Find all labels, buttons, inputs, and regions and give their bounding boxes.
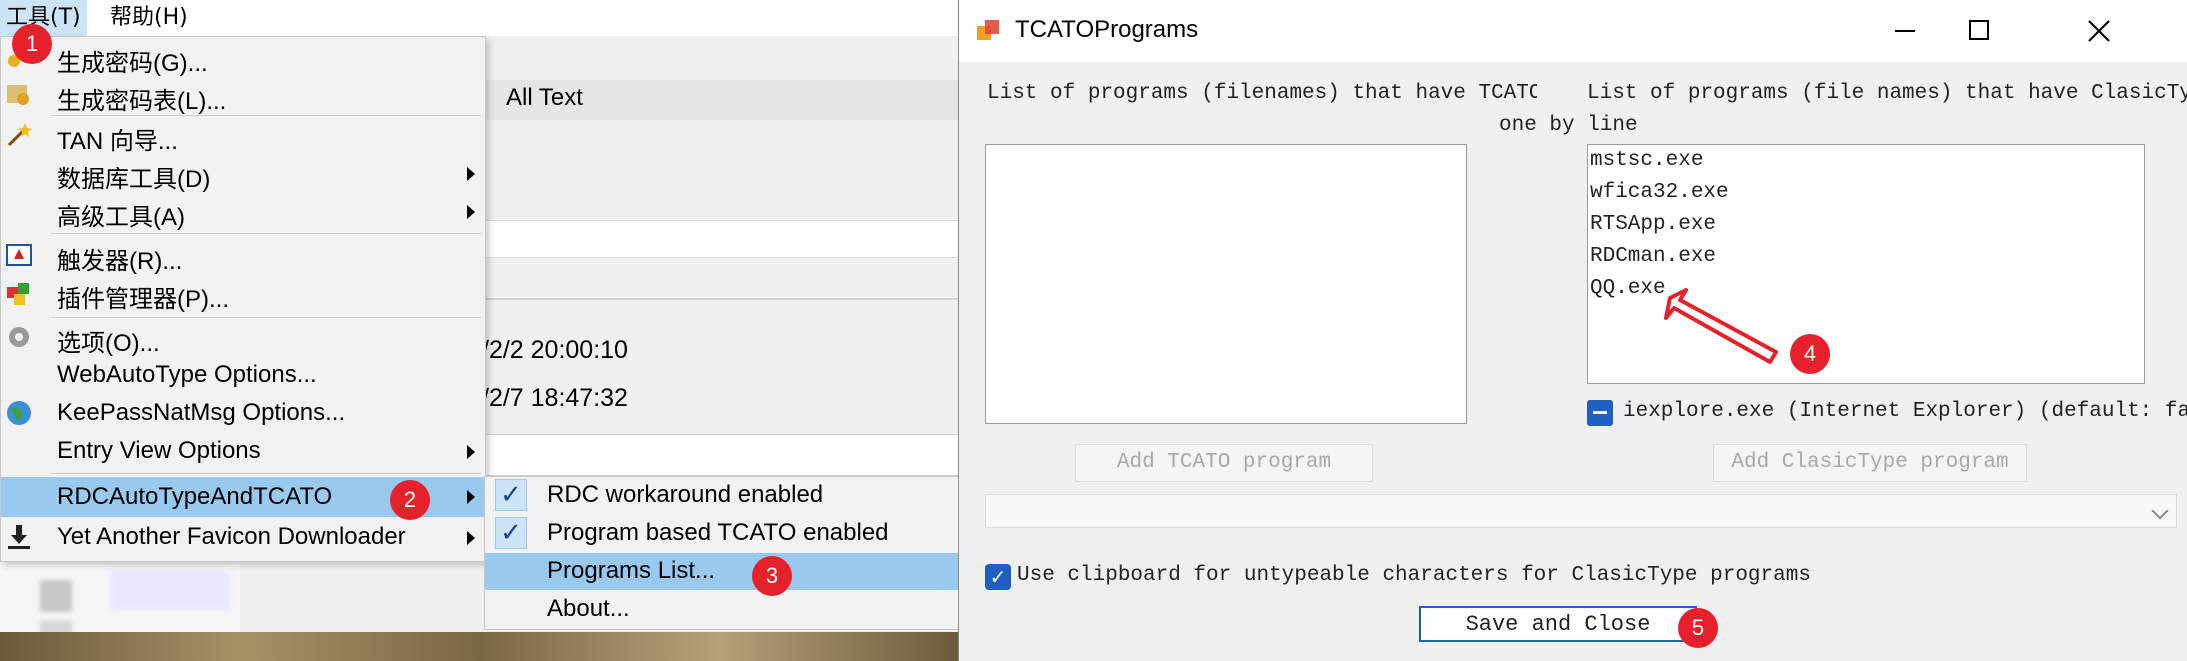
tcato-list-label: List of programs (filenames) that have T… (987, 82, 1537, 105)
menu-separator (51, 317, 481, 318)
menu-item-generate-password-list[interactable]: 生成密码表(L)... (1, 77, 485, 115)
clasictype-list-label: List of programs (file names) that have … (1587, 82, 2187, 105)
program-entry: QQ.exe (1590, 277, 1666, 300)
close-icon (2088, 20, 2110, 42)
step-badge: 2 (390, 480, 430, 520)
program-combobox[interactable] (985, 494, 2177, 528)
program-entry: RDCman.exe (1590, 245, 1717, 268)
step-badge: 1 (12, 24, 52, 64)
menu-item-label: KeePassNatMsg Options... (57, 399, 346, 426)
trigger-icon (6, 244, 32, 266)
entry-field-row (482, 434, 960, 476)
tcato-programs-dialog: TCATOPrograms List of programs (filename… (958, 0, 2187, 661)
indeterminate-icon (1593, 411, 1607, 414)
menu-item-label: 生成密码(G)... (57, 50, 208, 77)
clipboard-checkbox[interactable]: ✓ (985, 564, 1011, 590)
step-badge: 5 (1678, 608, 1718, 648)
rdcautotype-submenu: ✓ RDC workaround enabled ✓ Program based… (484, 476, 960, 630)
submenu-arrow-icon (467, 445, 475, 459)
submenu-item-program-tcato[interactable]: ✓ Program based TCATO enabled (485, 515, 959, 552)
minimize-button[interactable] (1859, 0, 1951, 62)
close-button[interactable] (2053, 0, 2145, 62)
menu-bar: 工具(T) 帮助(H) (0, 0, 958, 36)
menu-item-keepassnatmsg-options[interactable]: KeePassNatMsg Options... (1, 395, 485, 432)
submenu-arrow-icon (467, 490, 475, 504)
submenu-arrow-icon (467, 531, 475, 545)
divider (482, 298, 958, 300)
submenu-arrow-icon (467, 167, 475, 181)
menu-separator (51, 233, 481, 234)
menu-item-label: 触发器(R)... (57, 248, 183, 275)
desktop-wallpaper-strip (0, 632, 958, 661)
program-entry: wfica32.exe (1590, 181, 1729, 204)
menu-item-label: Entry View Options (57, 437, 261, 464)
menu-separator (51, 115, 481, 116)
menu-separator (51, 473, 481, 474)
menu-item-label: 数据库工具(D) (57, 166, 211, 193)
checkmark-icon: ✓ (495, 517, 527, 549)
created-date: /2/2 20:00:10 (482, 336, 628, 364)
tcato-programs-textbox[interactable] (985, 144, 1467, 424)
menu-item-label: 高级工具(A) (57, 204, 185, 231)
menu-item-label: 插件管理器(P)... (57, 286, 229, 313)
key-list-icon (7, 85, 29, 105)
add-tcato-program-button[interactable]: Add TCATO program (1075, 444, 1373, 482)
menu-item-entry-view-options[interactable]: Entry View Options (1, 433, 485, 470)
submenu-item-label: Programs List... (547, 557, 716, 584)
menu-item-options[interactable]: 选项(O)... (1, 319, 485, 357)
blurred-icon (40, 580, 72, 612)
submenu-item-programs-list[interactable]: Programs List... (485, 553, 959, 590)
menu-item-label: TAN 向导... (57, 128, 178, 155)
download-icon (8, 525, 30, 549)
program-entry: mstsc.exe (1590, 149, 1704, 172)
maximize-icon (1969, 20, 1989, 40)
chevron-down-icon (2151, 502, 2169, 520)
iexplore-label: iexplore.exe (Internet Explorer) (defaul… (1623, 400, 2187, 423)
gear-icon (9, 327, 29, 347)
submenu-item-label: About... (547, 595, 630, 622)
globe-icon (7, 401, 31, 425)
blurred-item (110, 570, 230, 610)
entry-field-row (482, 220, 958, 258)
menu-item-triggers[interactable]: 触发器(R)... (1, 237, 485, 275)
menu-help[interactable]: 帮助(H) (104, 0, 194, 36)
clipboard-label: Use clipboard for untypeable characters … (1017, 564, 1811, 587)
menu-item-label: RDCAutoTypeAndTCATO (57, 483, 333, 510)
title-bar: TCATOPrograms (959, 0, 2187, 62)
menu-item-generate-password[interactable]: 生成密码(G)... (1, 39, 485, 77)
wand-icon (7, 123, 32, 147)
menu-item-tan-wizard[interactable]: TAN 向导... (1, 117, 485, 155)
menu-item-database-tools[interactable]: 数据库工具(D) (1, 155, 485, 193)
plugin-icon (7, 283, 29, 305)
menu-item-label: Yet Another Favicon Downloader (57, 523, 406, 550)
checkmark-icon: ✓ (495, 479, 527, 511)
menu-item-advanced-tools[interactable]: 高级工具(A) (1, 193, 485, 231)
menu-item-label: 生成密码表(L)... (57, 88, 227, 115)
add-clasictype-program-button[interactable]: Add ClasicType program (1713, 444, 2027, 482)
step-badge: 4 (1790, 334, 1830, 374)
menu-item-plugins[interactable]: 插件管理器(P)... (1, 275, 485, 313)
menu-item-webautotype-options[interactable]: WebAutoType Options... (1, 357, 485, 394)
maximize-button[interactable] (1959, 0, 2051, 62)
modified-date: /2/7 18:47:32 (482, 384, 628, 412)
menu-item-favicon-downloader[interactable]: Yet Another Favicon Downloader (1, 519, 485, 556)
program-entry: RTSApp.exe (1590, 213, 1717, 236)
minimize-icon (1895, 30, 1915, 32)
save-and-close-button[interactable]: Save and Close (1419, 606, 1697, 642)
clasictype-programs-textbox[interactable]: mstsc.exe wfica32.exe RTSApp.exe RDCman.… (1587, 144, 2145, 384)
menu-item-label: WebAutoType Options... (57, 361, 317, 388)
submenu-item-label: RDC workaround enabled (547, 481, 824, 508)
submenu-item-about[interactable]: About... (485, 591, 959, 628)
app-icon (977, 20, 999, 40)
step-badge: 3 (752, 556, 792, 596)
menu-item-label: 选项(O)... (57, 330, 160, 357)
clasictype-list-hint: one by line (1499, 114, 1638, 137)
all-text-option[interactable]: All Text (506, 84, 583, 112)
dialog-title: TCATOPrograms (1015, 16, 1199, 43)
submenu-item-rdc-workaround[interactable]: ✓ RDC workaround enabled (485, 477, 959, 514)
submenu-arrow-icon (467, 205, 475, 219)
submenu-item-label: Program based TCATO enabled (547, 519, 889, 546)
